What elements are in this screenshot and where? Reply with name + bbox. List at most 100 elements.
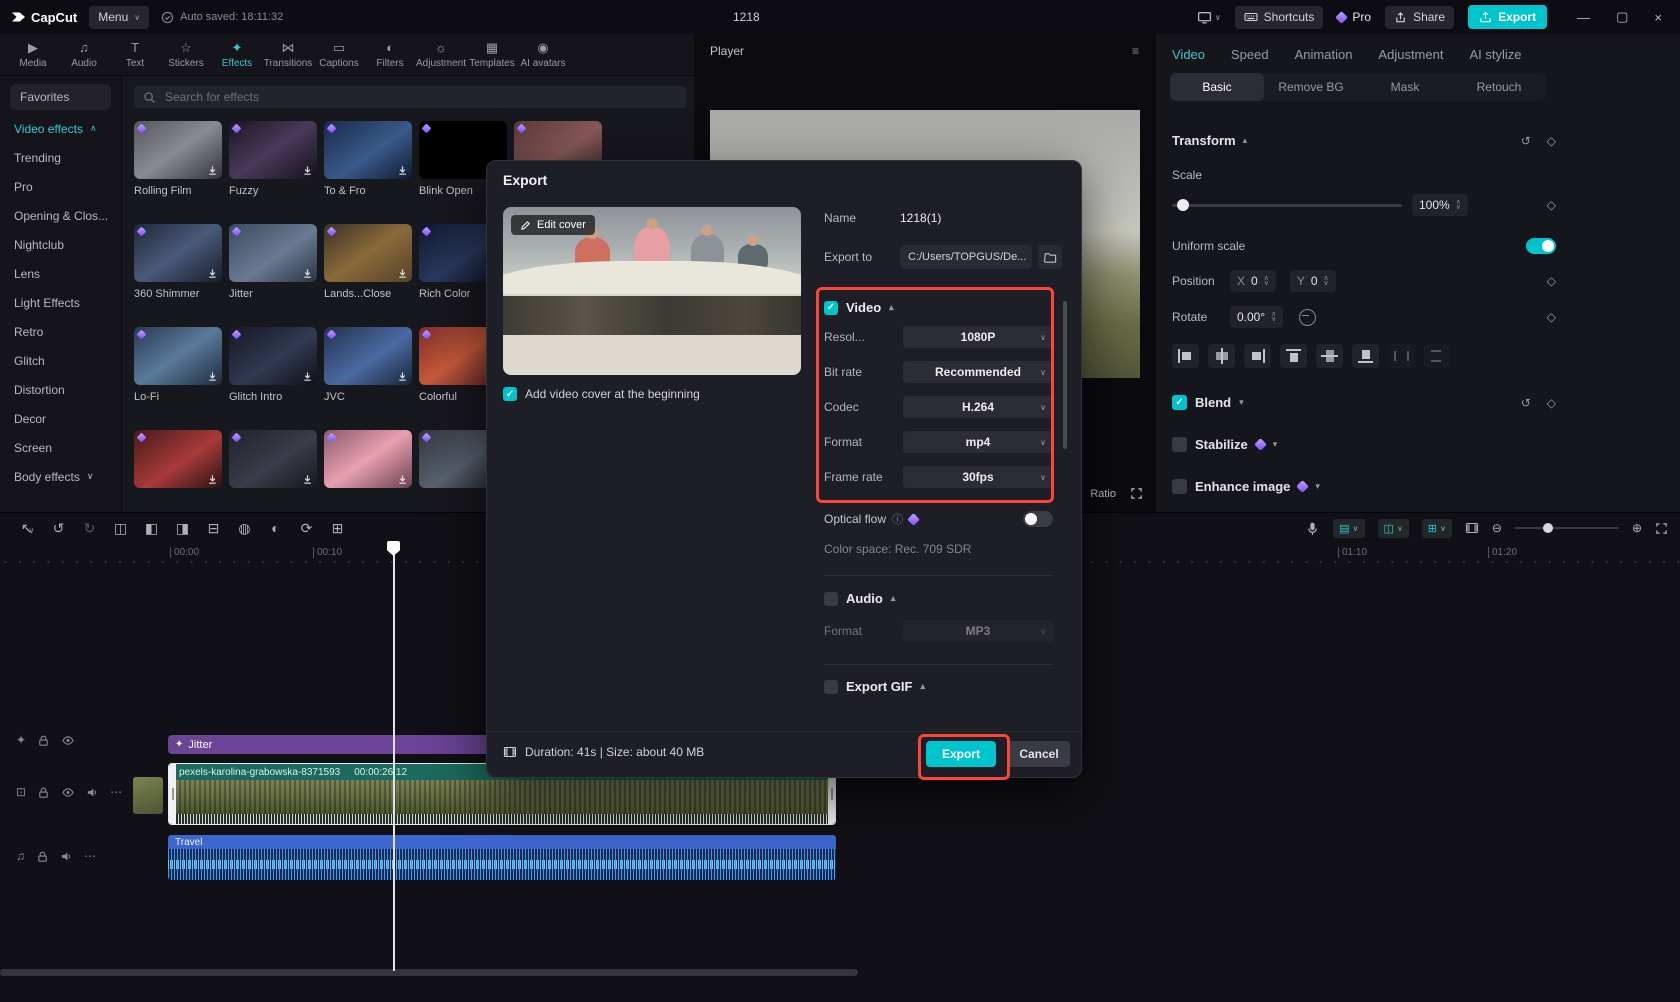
download-icon[interactable] [397,371,408,382]
scale-slider-knob[interactable] [1177,199,1189,211]
mute-icon[interactable] [86,786,99,799]
effects-category-item[interactable]: Pro [0,172,121,201]
split-icon[interactable]: ◫ [105,520,136,537]
effect-item[interactable]: Glitch Intro [229,327,317,404]
delete-left-icon[interactable]: ◧ [136,520,167,537]
info-icon[interactable]: ⓘ [892,511,903,527]
optical-flow-toggle[interactable] [1023,511,1053,527]
enhance-image-checkbox[interactable] [1172,479,1187,494]
download-icon[interactable] [207,371,218,382]
effect-item[interactable]: Fuzzy [229,121,317,198]
effects-category-item[interactable]: Opening & Clos... [0,201,121,230]
effects-category-item[interactable]: Lens [0,259,121,288]
name-value[interactable]: 1218(1) [900,211,941,225]
effects-category-item[interactable]: Video effects∧ [0,114,121,143]
media-tab[interactable]: ▶ Media [8,38,58,75]
share-button[interactable]: Share [1385,6,1454,29]
mask-icon[interactable]: ◍ [229,520,260,537]
eye-icon[interactable] [61,786,75,799]
align-top-button[interactable] [1280,344,1307,368]
delete-icon[interactable]: ⊟ [198,520,229,537]
download-icon[interactable] [302,474,313,485]
download-icon[interactable] [207,474,218,485]
download-icon[interactable] [302,268,313,279]
media-tab[interactable]: ⋈ Transitions [263,38,313,75]
collapse-icon[interactable]: ▴ [920,681,925,692]
delete-right-icon[interactable]: ◨ [167,520,198,537]
lock-icon[interactable] [37,734,50,747]
redo-icon[interactable]: ↻ [74,520,105,537]
more-options-icon[interactable]: ⋯ [84,849,96,863]
effect-item[interactable]: 360 Shimmer [134,224,222,301]
player-menu-icon[interactable]: ≡ [1132,44,1139,58]
uniform-scale-toggle[interactable] [1526,238,1556,254]
preview-frames-icon[interactable] [1465,521,1479,535]
effect-thumbnail[interactable] [324,430,412,488]
gif-section-checkbox[interactable] [824,680,838,694]
inspector-tab[interactable]: Speed [1231,47,1269,62]
effects-category-item[interactable]: Nightclub [0,230,121,259]
add-cover-checkbox[interactable] [503,387,517,401]
position-y-stepper[interactable]: Y 0 [1290,270,1336,292]
blend-checkbox[interactable] [1172,395,1187,410]
effects-category-item[interactable]: Favorites [10,84,111,110]
effects-category-item[interactable]: Decor [0,404,121,433]
inspector-tab[interactable]: Video [1172,47,1205,62]
keyframe-icon[interactable]: ◇ [1547,134,1556,148]
stepper-carets-icon[interactable] [1264,276,1269,286]
inspector-subtab[interactable]: Remove BG [1264,73,1358,101]
rotate-icon[interactable]: ⟳ [291,520,322,537]
menu-button[interactable]: Menu∨ [89,6,149,29]
effect-item[interactable] [134,430,222,507]
more-options-icon[interactable]: ⋯ [110,785,122,799]
inspector-subtab[interactable]: Basic [1170,73,1264,101]
stepper-carets-icon[interactable] [1456,200,1461,210]
download-icon[interactable] [397,474,408,485]
crop-icon[interactable]: ⊞ [322,520,353,537]
microphone-icon[interactable] [1305,521,1320,536]
effect-thumbnail[interactable] [134,327,222,385]
position-x-stepper[interactable]: X 0 [1230,270,1276,292]
effect-item[interactable]: Lo-Fi [134,327,222,404]
media-tab[interactable]: T Text [110,38,160,75]
stepper-carets-icon[interactable] [1324,276,1329,286]
effect-thumbnail[interactable] [229,224,317,282]
effect-thumbnail[interactable] [324,224,412,282]
inspector-tab[interactable]: AI stylize [1469,47,1521,62]
media-tab[interactable]: ◉ AI avatars [518,38,568,75]
effect-thumbnail[interactable] [324,121,412,179]
zoom-in-icon[interactable]: ⊕ [1632,521,1642,535]
download-icon[interactable] [302,165,313,176]
multicam-button[interactable]: ◫∨ [1378,519,1409,538]
video-section-checkbox[interactable] [824,301,838,315]
align-middle-v-button[interactable] [1316,344,1343,368]
effect-thumbnail[interactable] [229,430,317,488]
effect-item[interactable]: Lands...Close [324,224,412,301]
media-tab[interactable]: ♫ Audio [59,38,109,75]
layout-monitor-icon[interactable]: ∨ [1197,10,1221,25]
undo-icon[interactable]: ↺ [43,520,74,537]
media-tab[interactable]: ✦ Effects [212,38,262,75]
setting-dropdown[interactable]: 30fps [903,466,1053,488]
effect-item[interactable]: Rolling Film [134,121,222,198]
clip-trim-handle-left[interactable] [169,764,176,824]
media-tab[interactable]: ▦ Templates [467,38,517,75]
media-tab[interactable]: ▭ Captions [314,38,364,75]
effect-item[interactable]: JVC [324,327,412,404]
effects-search-bar[interactable] [134,86,686,108]
effect-item[interactable]: To & Fro [324,121,412,198]
ratio-button[interactable]: Ratio [1090,488,1116,500]
audio-section-checkbox[interactable] [824,592,838,606]
timeline-horizontal-scrollbar[interactable] [0,969,858,976]
minimize-button[interactable]: — [1577,10,1590,25]
effect-thumbnail[interactable] [324,327,412,385]
inspector-tab[interactable]: Animation [1295,47,1353,62]
zoom-out-icon[interactable]: ⊖ [1492,521,1502,535]
rotate-stepper[interactable]: 0.00° [1230,306,1283,328]
collapse-icon[interactable]: ▴ [891,593,896,604]
inspector-subtab[interactable]: Mask [1358,73,1452,101]
effects-category-item[interactable]: Retro [0,317,121,346]
align-center-h-button[interactable] [1208,344,1235,368]
chevron-down-icon[interactable]: ▾ [1239,397,1244,408]
close-button[interactable]: × [1654,10,1662,25]
